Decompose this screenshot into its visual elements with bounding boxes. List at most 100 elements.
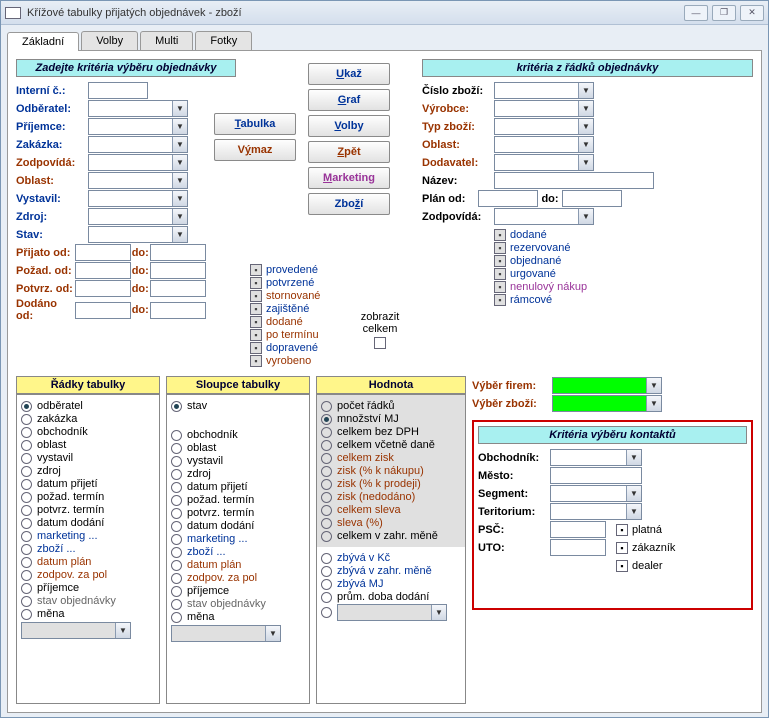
zbozi-button[interactable]: Zboží xyxy=(308,193,390,215)
radio-item[interactable]: zdroj xyxy=(21,465,155,477)
combo-cislo[interactable]: ▼ xyxy=(494,82,594,99)
radio-item[interactable]: marketing ... xyxy=(171,533,305,545)
chk-r-dodane[interactable]: ▪ xyxy=(494,229,506,241)
radio-item[interactable]: obchodník xyxy=(171,429,305,441)
combo-stav[interactable]: ▼ xyxy=(88,226,188,243)
radio-item[interactable]: datum dodání xyxy=(171,520,305,532)
tab-zakladni[interactable]: Základní xyxy=(7,32,79,51)
input-dodano-do[interactable] xyxy=(150,302,206,319)
combo-k-teritorium[interactable]: ▼ xyxy=(550,503,642,520)
radio-item[interactable]: požad. termín xyxy=(21,491,155,503)
radio-item[interactable]: měna xyxy=(171,611,305,623)
input-prijato-do[interactable] xyxy=(150,244,206,261)
radio-item[interactable]: potvrz. termín xyxy=(21,504,155,516)
combo-zdroj[interactable]: ▼ xyxy=(88,208,188,225)
radio-item[interactable]: zdroj xyxy=(171,468,305,480)
radio-item[interactable]: obchodník xyxy=(21,426,155,438)
marketing-button[interactable]: Marketing xyxy=(308,167,390,189)
radio-item[interactable]: odběratel xyxy=(21,400,155,412)
input-prijato-od[interactable] xyxy=(75,244,131,261)
radio-item[interactable]: měna xyxy=(21,608,155,620)
radio-item[interactable]: oblast xyxy=(21,439,155,451)
radio-item[interactable]: příjemce xyxy=(21,582,155,594)
combo-k-segment[interactable]: ▼ xyxy=(550,485,642,502)
combo-vyrobce[interactable]: ▼ xyxy=(494,100,594,117)
combo-prijemce[interactable]: ▼ xyxy=(88,118,188,135)
radio-item[interactable]: datum přijetí xyxy=(21,478,155,490)
radio-item[interactable]: zbývá v Kč xyxy=(321,552,461,564)
radio-item[interactable]: potvrz. termín xyxy=(171,507,305,519)
radio-item[interactable]: prům. doba dodání xyxy=(321,591,461,603)
input-plan-od[interactable] xyxy=(478,190,538,207)
combo-vystavil[interactable]: ▼ xyxy=(88,190,188,207)
chk-provedene[interactable]: ▪ xyxy=(250,264,262,276)
combo-zakazka[interactable]: ▼ xyxy=(88,136,188,153)
input-pozad-do[interactable] xyxy=(150,262,206,279)
radio-item[interactable]: zisk (% k nákupu) xyxy=(321,465,461,477)
combo-zodpovida2[interactable]: ▼ xyxy=(494,208,594,225)
input-k-psc[interactable] xyxy=(550,521,606,538)
radio-item[interactable]: vystavil xyxy=(171,455,305,467)
minimize-button[interactable]: — xyxy=(684,5,708,21)
input-pozad-od[interactable] xyxy=(75,262,131,279)
chk-zobrazit-celkem[interactable] xyxy=(374,337,386,349)
radio-item[interactable]: počet řádků xyxy=(321,400,461,412)
close-button[interactable]: ✕ xyxy=(740,5,764,21)
volby-button[interactable]: Volby xyxy=(308,115,390,137)
chk-vyrobeno[interactable]: ▪ xyxy=(250,355,262,367)
chk-poterminu[interactable]: ▪ xyxy=(250,329,262,341)
radio-item[interactable]: sleva (%) xyxy=(321,517,461,529)
chk-r-ramcove[interactable]: ▪ xyxy=(494,294,506,306)
zpet-button[interactable]: Zpět xyxy=(308,141,390,163)
chk-dopravene[interactable]: ▪ xyxy=(250,342,262,354)
radio-item[interactable]: datum plán xyxy=(171,559,305,571)
input-k-uto[interactable] xyxy=(550,539,606,556)
radio-item[interactable]: stav objednávky xyxy=(21,595,155,607)
radio-item[interactable]: oblast xyxy=(171,442,305,454)
combo-vyber-firem[interactable]: ▼ xyxy=(552,377,662,394)
radio-item[interactable]: zisk (% k prodeji) xyxy=(321,478,461,490)
radio-item[interactable]: datum dodání xyxy=(21,517,155,529)
radio-item[interactable]: celkem sleva xyxy=(321,504,461,516)
combo-oblast[interactable]: ▼ xyxy=(88,172,188,189)
tab-volby[interactable]: Volby xyxy=(81,31,138,50)
chk-potvrzene[interactable]: ▪ xyxy=(250,277,262,289)
radio-item[interactable]: ▼ xyxy=(321,604,461,621)
vymaz-button[interactable]: Výmaz xyxy=(214,139,296,161)
graf-button[interactable]: Graf xyxy=(308,89,390,111)
radio-item[interactable]: zbývá v zahr. měně xyxy=(321,565,461,577)
radio-item[interactable]: celkem bez DPH xyxy=(321,426,461,438)
input-potvrz-do[interactable] xyxy=(150,280,206,297)
input-dodano-od[interactable] xyxy=(75,302,131,319)
ukaz-button[interactable]: Ukaž xyxy=(308,63,390,85)
chk-zakaznik[interactable]: ▪ xyxy=(616,542,628,554)
tabulka-button[interactable]: Tabulka xyxy=(214,113,296,135)
radio-item[interactable]: stav objednávky xyxy=(171,598,305,610)
input-k-mesto[interactable] xyxy=(550,467,642,484)
combo-radky-mena[interactable]: ▼ xyxy=(21,622,131,639)
radio-item[interactable]: celkem zisk xyxy=(321,452,461,464)
input-interni[interactable] xyxy=(88,82,148,99)
maximize-button[interactable]: ❐ xyxy=(712,5,736,21)
combo-zodpovida[interactable]: ▼ xyxy=(88,154,188,171)
chk-r-urgovane[interactable]: ▪ xyxy=(494,268,506,280)
chk-platna[interactable]: ▪ xyxy=(616,524,628,536)
combo-hodnota-extra[interactable]: ▼ xyxy=(337,604,447,621)
chk-r-rezervovane[interactable]: ▪ xyxy=(494,242,506,254)
input-nazev[interactable] xyxy=(494,172,654,189)
radio-item[interactable]: množství MJ xyxy=(321,413,461,425)
radio-item[interactable]: datum plán xyxy=(21,556,155,568)
chk-stornovane[interactable]: ▪ xyxy=(250,290,262,302)
radio-item[interactable]: zodpov. za pol xyxy=(171,572,305,584)
radio-item[interactable]: zboží ... xyxy=(171,546,305,558)
chk-dodane[interactable]: ▪ xyxy=(250,316,262,328)
combo-dodavatel[interactable]: ▼ xyxy=(494,154,594,171)
radio-item[interactable]: příjemce xyxy=(171,585,305,597)
chk-dealer[interactable]: ▪ xyxy=(616,560,628,572)
radio-item[interactable]: celkem v zahr. měně xyxy=(321,530,461,542)
combo-odberatel[interactable]: ▼ xyxy=(88,100,188,117)
combo-oblast2[interactable]: ▼ xyxy=(494,136,594,153)
radio-item[interactable]: celkem včetně daně xyxy=(321,439,461,451)
radio-item[interactable]: marketing ... xyxy=(21,530,155,542)
radio-item[interactable]: datum přijetí xyxy=(171,481,305,493)
